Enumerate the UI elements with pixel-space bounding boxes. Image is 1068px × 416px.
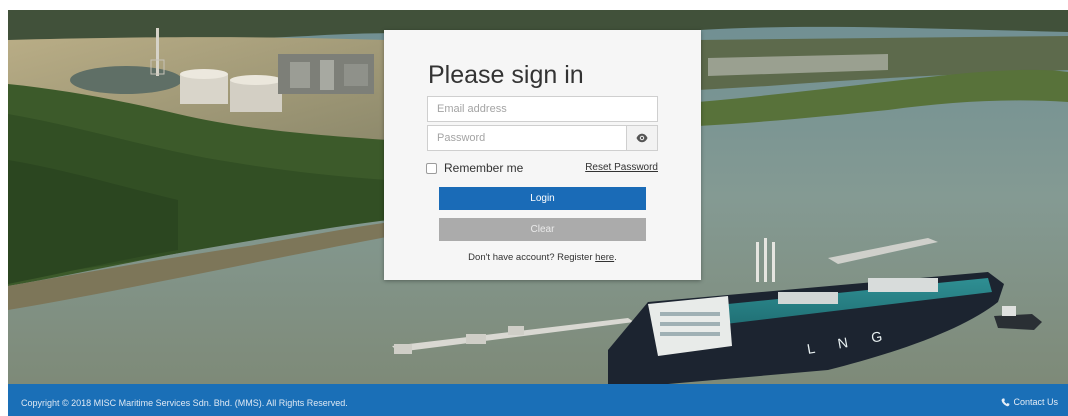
flare-tower [156,28,159,76]
clear-button[interactable]: Clear [439,218,646,241]
remember-me-row: Remember me [426,161,523,175]
sign-in-card: Please sign in Remember me Reset Passwor… [384,30,701,280]
plant-pond [70,66,182,94]
remember-me-label: Remember me [444,161,524,175]
register-prompt-suffix: . [614,252,617,263]
register-prompt-text: Don't have account? Register [468,252,596,263]
email-field[interactable] [427,96,658,122]
tugboat [994,314,1042,330]
top-strip [0,0,1068,10]
page-title: Please sign in [428,61,584,89]
remember-me-checkbox[interactable] [426,162,437,174]
side-strip [0,10,8,384]
login-button[interactable]: Login [439,187,646,210]
phone-icon [1002,397,1010,406]
login-page: L N G Please sign in Remember me Reset P… [0,0,1068,416]
register-prompt: Don't have account? Register here. [384,252,701,263]
show-password-button[interactable] [626,125,658,151]
eye-icon [636,133,648,143]
contact-us-link[interactable]: Contact Us [1001,397,1058,407]
register-link[interactable]: here [595,252,614,263]
copyright-text: Copyright © 2018 MISC Maritime Services … [21,398,348,408]
reset-password-link[interactable]: Reset Password [585,162,658,173]
contact-us-label: Contact Us [1013,397,1058,407]
password-field[interactable] [427,125,627,151]
footer: Copyright © 2018 MISC Maritime Services … [8,384,1068,416]
